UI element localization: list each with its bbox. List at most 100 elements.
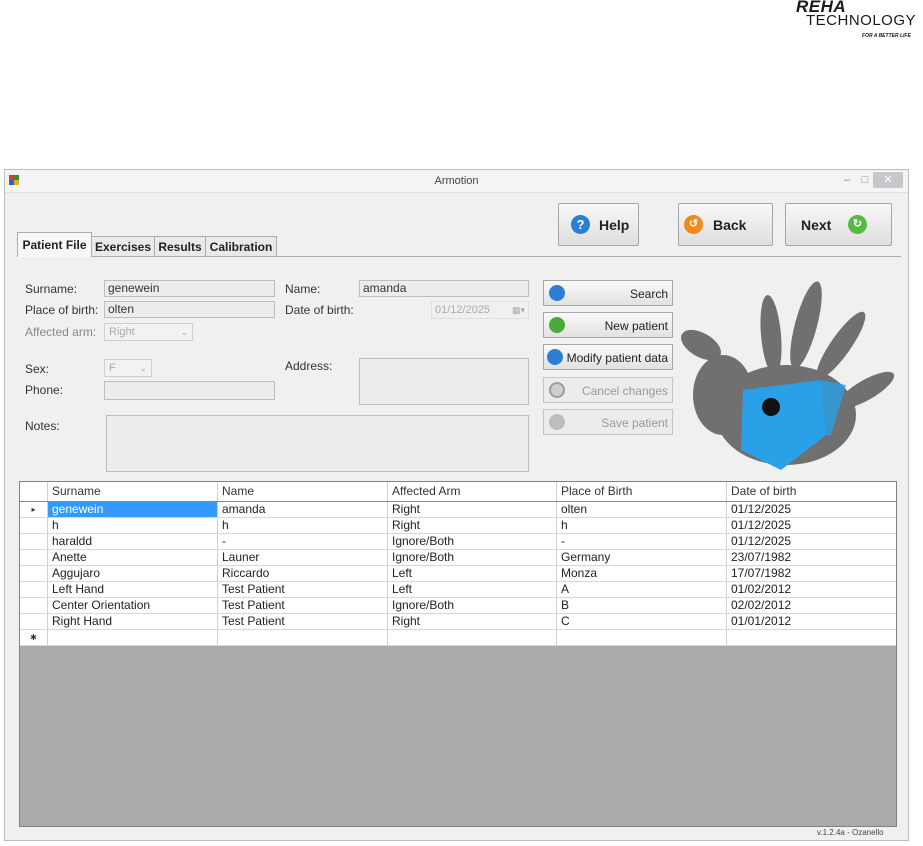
cancel-changes-button[interactable]: Cancel changes	[543, 377, 673, 403]
help-icon: ?	[571, 215, 590, 234]
tab-calibration[interactable]: Calibration	[205, 236, 277, 256]
cell-name[interactable]: Test Patient	[218, 614, 388, 629]
help-button-label: Help	[599, 217, 630, 233]
table-row[interactable]: ▸ genewein amanda Right olten 01/12/2025	[20, 502, 896, 518]
phone-field[interactable]	[104, 381, 275, 400]
sex-select[interactable]: F ⌄	[104, 359, 152, 377]
address-field[interactable]	[359, 358, 529, 405]
save-icon	[549, 414, 565, 430]
tab-results[interactable]: Results	[154, 236, 206, 256]
cell-affected-arm[interactable]: Ignore/Both	[388, 598, 557, 613]
tab-patient-file[interactable]: Patient File	[17, 232, 92, 257]
cell-place-of-birth[interactable]: B	[557, 598, 727, 613]
cell-affected-arm[interactable]: Ignore/Both	[388, 534, 557, 549]
column-header-place-of-birth[interactable]: Place of Birth	[557, 482, 727, 501]
cell-date-of-birth[interactable]: 01/02/2012	[727, 582, 896, 597]
cell-place-of-birth[interactable]: Germany	[557, 550, 727, 565]
new-patient-button-label: New patient	[604, 319, 668, 333]
search-button[interactable]: Search	[543, 280, 673, 306]
column-header-surname[interactable]: Surname	[48, 482, 218, 501]
cell-surname[interactable]: Right Hand	[48, 614, 218, 629]
cell-place-of-birth[interactable]	[557, 630, 727, 645]
cell-date-of-birth[interactable]: 01/12/2025	[727, 518, 896, 533]
table-row[interactable]: Anette Launer Ignore/Both Germany 23/07/…	[20, 550, 896, 566]
cell-affected-arm[interactable]: Left	[388, 566, 557, 581]
modify-patient-button[interactable]: Modify patient data	[543, 344, 673, 370]
help-button[interactable]: ? Help	[558, 203, 639, 246]
column-header-date-of-birth[interactable]: Date of birth	[727, 482, 896, 501]
cell-name[interactable]: Test Patient	[218, 582, 388, 597]
cell-affected-arm[interactable]: Ignore/Both	[388, 550, 557, 565]
cell-place-of-birth[interactable]: C	[557, 614, 727, 629]
table-row[interactable]: Center Orientation Test Patient Ignore/B…	[20, 598, 896, 614]
column-header-affected-arm[interactable]: Affected Arm	[388, 482, 557, 501]
save-patient-button[interactable]: Save patient	[543, 409, 673, 435]
sex-value: F	[109, 362, 116, 374]
table-row[interactable]: Right Hand Test Patient Right C 01/01/20…	[20, 614, 896, 630]
cell-surname[interactable]: Anette	[48, 550, 218, 565]
cell-affected-arm[interactable]: Right	[388, 502, 557, 517]
cell-place-of-birth[interactable]: Monza	[557, 566, 727, 581]
table-row[interactable]: h h Right h 01/12/2025	[20, 518, 896, 534]
modify-patient-button-label: Modify patient data	[566, 351, 668, 365]
cell-name[interactable]: amanda	[218, 502, 388, 517]
company-logo: REHA TECHNOLOGY FOR A BETTER LIFE	[790, 0, 920, 50]
cell-place-of-birth[interactable]: h	[557, 518, 727, 533]
cell-name[interactable]: Launer	[218, 550, 388, 565]
cell-place-of-birth[interactable]: -	[557, 534, 727, 549]
cell-affected-arm[interactable]	[388, 630, 557, 645]
back-button[interactable]: ↺ Back	[678, 203, 773, 246]
tab-exercises[interactable]: Exercises	[91, 236, 155, 256]
cell-date-of-birth[interactable]: 01/12/2025	[727, 534, 896, 549]
cell-date-of-birth[interactable]: 23/07/1982	[727, 550, 896, 565]
new-patient-button[interactable]: New patient	[543, 312, 673, 338]
date-of-birth-picker[interactable]: 01/12/2025 ▦▾	[431, 301, 529, 319]
new-table-row[interactable]: ✱	[20, 630, 896, 646]
affected-arm-value: Right	[109, 326, 135, 338]
column-header-name[interactable]: Name	[218, 482, 388, 501]
cell-name[interactable]: Riccardo	[218, 566, 388, 581]
cell-affected-arm[interactable]: Right	[388, 518, 557, 533]
minimize-button[interactable]: –	[840, 172, 854, 188]
cell-date-of-birth[interactable]	[727, 630, 896, 645]
cell-surname[interactable]: haraldd	[48, 534, 218, 549]
date-of-birth-label: Date of birth:	[285, 303, 354, 317]
affected-arm-select[interactable]: Right ⌄	[104, 323, 193, 341]
app-window: Armotion – □ ✕ ? Help ↺ Back Next ↻ Pati…	[4, 169, 909, 841]
cancel-changes-button-label: Cancel changes	[581, 384, 668, 398]
close-button[interactable]: ✕	[873, 172, 903, 188]
cell-name[interactable]: Test Patient	[218, 598, 388, 613]
cell-affected-arm[interactable]: Left	[388, 582, 557, 597]
name-field[interactable]: amanda	[359, 280, 529, 297]
cell-surname[interactable]: genewein	[48, 502, 218, 517]
place-of-birth-field[interactable]: olten	[104, 301, 275, 318]
search-icon	[549, 285, 565, 301]
table-row[interactable]: Aggujaro Riccardo Left Monza 17/07/1982	[20, 566, 896, 582]
surname-field[interactable]: genewein	[104, 280, 275, 297]
cell-surname[interactable]: Left Hand	[48, 582, 218, 597]
cell-name[interactable]: -	[218, 534, 388, 549]
date-of-birth-value: 01/12/2025	[435, 304, 491, 316]
table-row[interactable]: haraldd - Ignore/Both - 01/12/2025	[20, 534, 896, 550]
cell-surname[interactable]	[48, 630, 218, 645]
cell-surname[interactable]: Aggujaro	[48, 566, 218, 581]
cell-surname[interactable]: Center Orientation	[48, 598, 218, 613]
row-header	[20, 566, 48, 581]
cell-surname[interactable]: h	[48, 518, 218, 533]
cell-date-of-birth[interactable]: 02/02/2012	[727, 598, 896, 613]
cell-name[interactable]	[218, 630, 388, 645]
phone-label: Phone:	[25, 383, 64, 397]
cell-place-of-birth[interactable]: A	[557, 582, 727, 597]
cell-place-of-birth[interactable]: olten	[557, 502, 727, 517]
cell-affected-arm[interactable]: Right	[388, 614, 557, 629]
cell-date-of-birth[interactable]: 01/01/2012	[727, 614, 896, 629]
version-label: v.1.2.4a - Ozanello	[817, 828, 884, 837]
maximize-button[interactable]: □	[858, 172, 872, 188]
next-button[interactable]: Next ↻	[785, 203, 892, 246]
notes-field[interactable]	[106, 415, 529, 472]
cell-date-of-birth[interactable]: 17/07/1982	[727, 566, 896, 581]
table-row[interactable]: Left Hand Test Patient Left A 01/02/2012	[20, 582, 896, 598]
cell-date-of-birth[interactable]: 01/12/2025	[727, 502, 896, 517]
cell-name[interactable]: h	[218, 518, 388, 533]
notes-label: Notes:	[25, 419, 60, 433]
